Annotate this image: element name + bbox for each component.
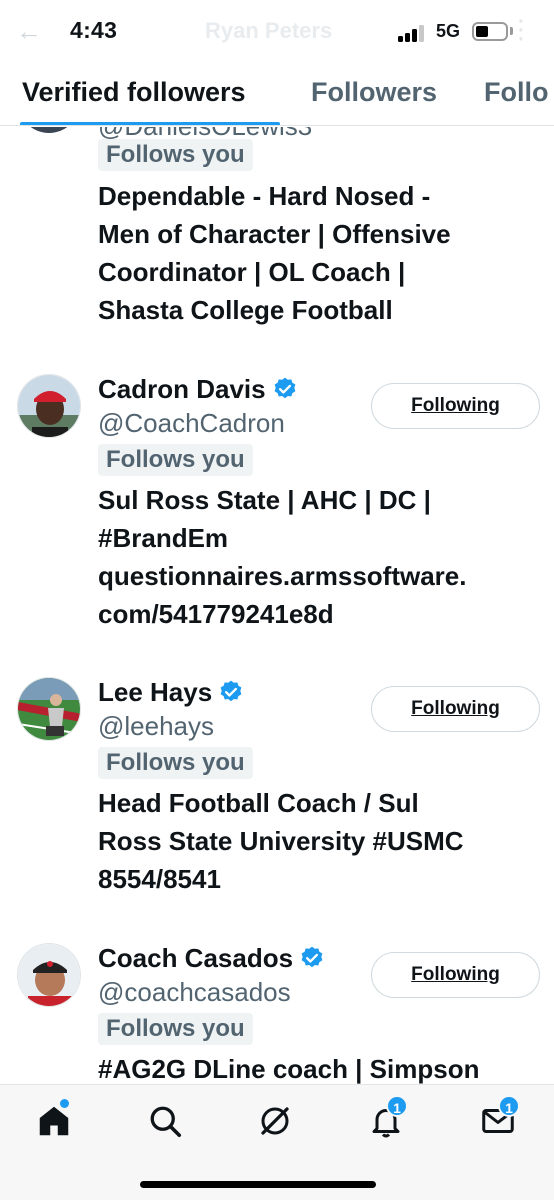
back-arrow-icon[interactable]: ← (16, 16, 42, 47)
bio-line: Ross State University #USMC (98, 826, 464, 856)
battery-tip (510, 27, 513, 35)
following-button[interactable]: Following (371, 383, 540, 429)
avatar-photo (18, 375, 80, 437)
status-time: 4:43 (70, 17, 118, 43)
nav-home[interactable] (36, 1099, 76, 1143)
network-type: 5G (436, 21, 461, 41)
home-indicator (140, 1181, 376, 1188)
tab-followers[interactable]: Followers (311, 77, 437, 108)
user-name[interactable]: Lee Hays (98, 677, 212, 708)
unread-dot (60, 1099, 69, 1108)
avatar[interactable] (17, 677, 81, 741)
user-handle: @leehays (98, 711, 215, 741)
nav-messages[interactable]: 1 (480, 1095, 520, 1143)
user-handle: @coachcasados (98, 977, 291, 1007)
following-button[interactable]: Following (371, 952, 540, 998)
bio-line: #BrandEm (98, 523, 229, 553)
nav-search[interactable] (147, 1103, 187, 1143)
tab-following[interactable]: Follo (484, 77, 548, 108)
tab-verified-followers[interactable]: Verified followers (22, 77, 246, 108)
user-bio: Sul Ross State | AHC | DC | #BrandEm que… (98, 481, 538, 633)
bio-line: Sul Ross State | AHC | DC | (98, 485, 431, 515)
bottom-nav: 1 1 (0, 1084, 554, 1200)
bio-line: Coordinator | OL Coach | (98, 257, 406, 287)
user-name[interactable]: Coach Casados (98, 943, 293, 974)
nav-grok[interactable] (257, 1103, 297, 1143)
bio-line[interactable]: com/541779241e8d (98, 595, 538, 633)
bio-line[interactable]: questionnaires.armssoftware. (98, 557, 538, 595)
nav-notifications[interactable]: 1 (368, 1095, 408, 1143)
battery-icon (472, 22, 508, 41)
bio-line: #AG2G DLine coach | Simpson (98, 1054, 480, 1084)
name-row: Coach Casados (98, 941, 325, 975)
follower-tabs: Verified followers Followers Follo (0, 64, 554, 126)
name-row: Cadron Davis (98, 372, 298, 406)
ghost-header-title: Ryan Peters (205, 18, 333, 43)
avatar-photo (18, 944, 80, 1006)
bio-line: 8554/8541 (98, 864, 221, 894)
follows-you-badge: Follows you (98, 747, 253, 779)
search-icon (150, 1106, 182, 1138)
user-handle: @CoachCadron (98, 408, 285, 438)
avatar[interactable] (17, 374, 81, 438)
avatar-photo (18, 678, 80, 740)
avatar[interactable] (18, 127, 80, 133)
follows-you-badge: Follows you (98, 139, 253, 171)
follows-you-badge: Follows you (98, 444, 253, 476)
grok-icon (261, 1107, 289, 1135)
home-icon (39, 1106, 69, 1136)
bio-line: Dependable - Hard Nosed - (98, 181, 431, 211)
bio-line: Men of Character | Offensive (98, 219, 451, 249)
status-bar: ← Ryan Peters ⋮ 4:43 5G (0, 0, 554, 64)
bio-line: Head Football Coach / Sul (98, 788, 419, 818)
user-bio: Dependable - Hard Nosed - Men of Charact… (98, 177, 538, 329)
signal-strength-icon (398, 24, 428, 42)
followers-list[interactable]: @DanielsOLewis3 Follows you Dependable -… (0, 127, 554, 1084)
avatar[interactable] (17, 943, 81, 1007)
follows-you-badge: Follows you (98, 1013, 253, 1045)
user-name[interactable]: Cadron Davis (98, 374, 266, 405)
user-bio: #AG2G DLine coach | Simpson (98, 1050, 538, 1084)
user-bio: Head Football Coach / Sul Ross State Uni… (98, 784, 538, 898)
verified-badge-icon (220, 680, 242, 702)
notification-count-badge: 1 (386, 1095, 408, 1117)
active-tab-indicator (20, 122, 280, 125)
verified-badge-icon (301, 946, 323, 968)
bio-line: Shasta College Football (98, 295, 393, 325)
following-button[interactable]: Following (371, 686, 540, 732)
message-count-badge: 1 (498, 1095, 520, 1117)
name-row: Lee Hays (98, 675, 244, 709)
verified-badge-icon (274, 377, 296, 399)
